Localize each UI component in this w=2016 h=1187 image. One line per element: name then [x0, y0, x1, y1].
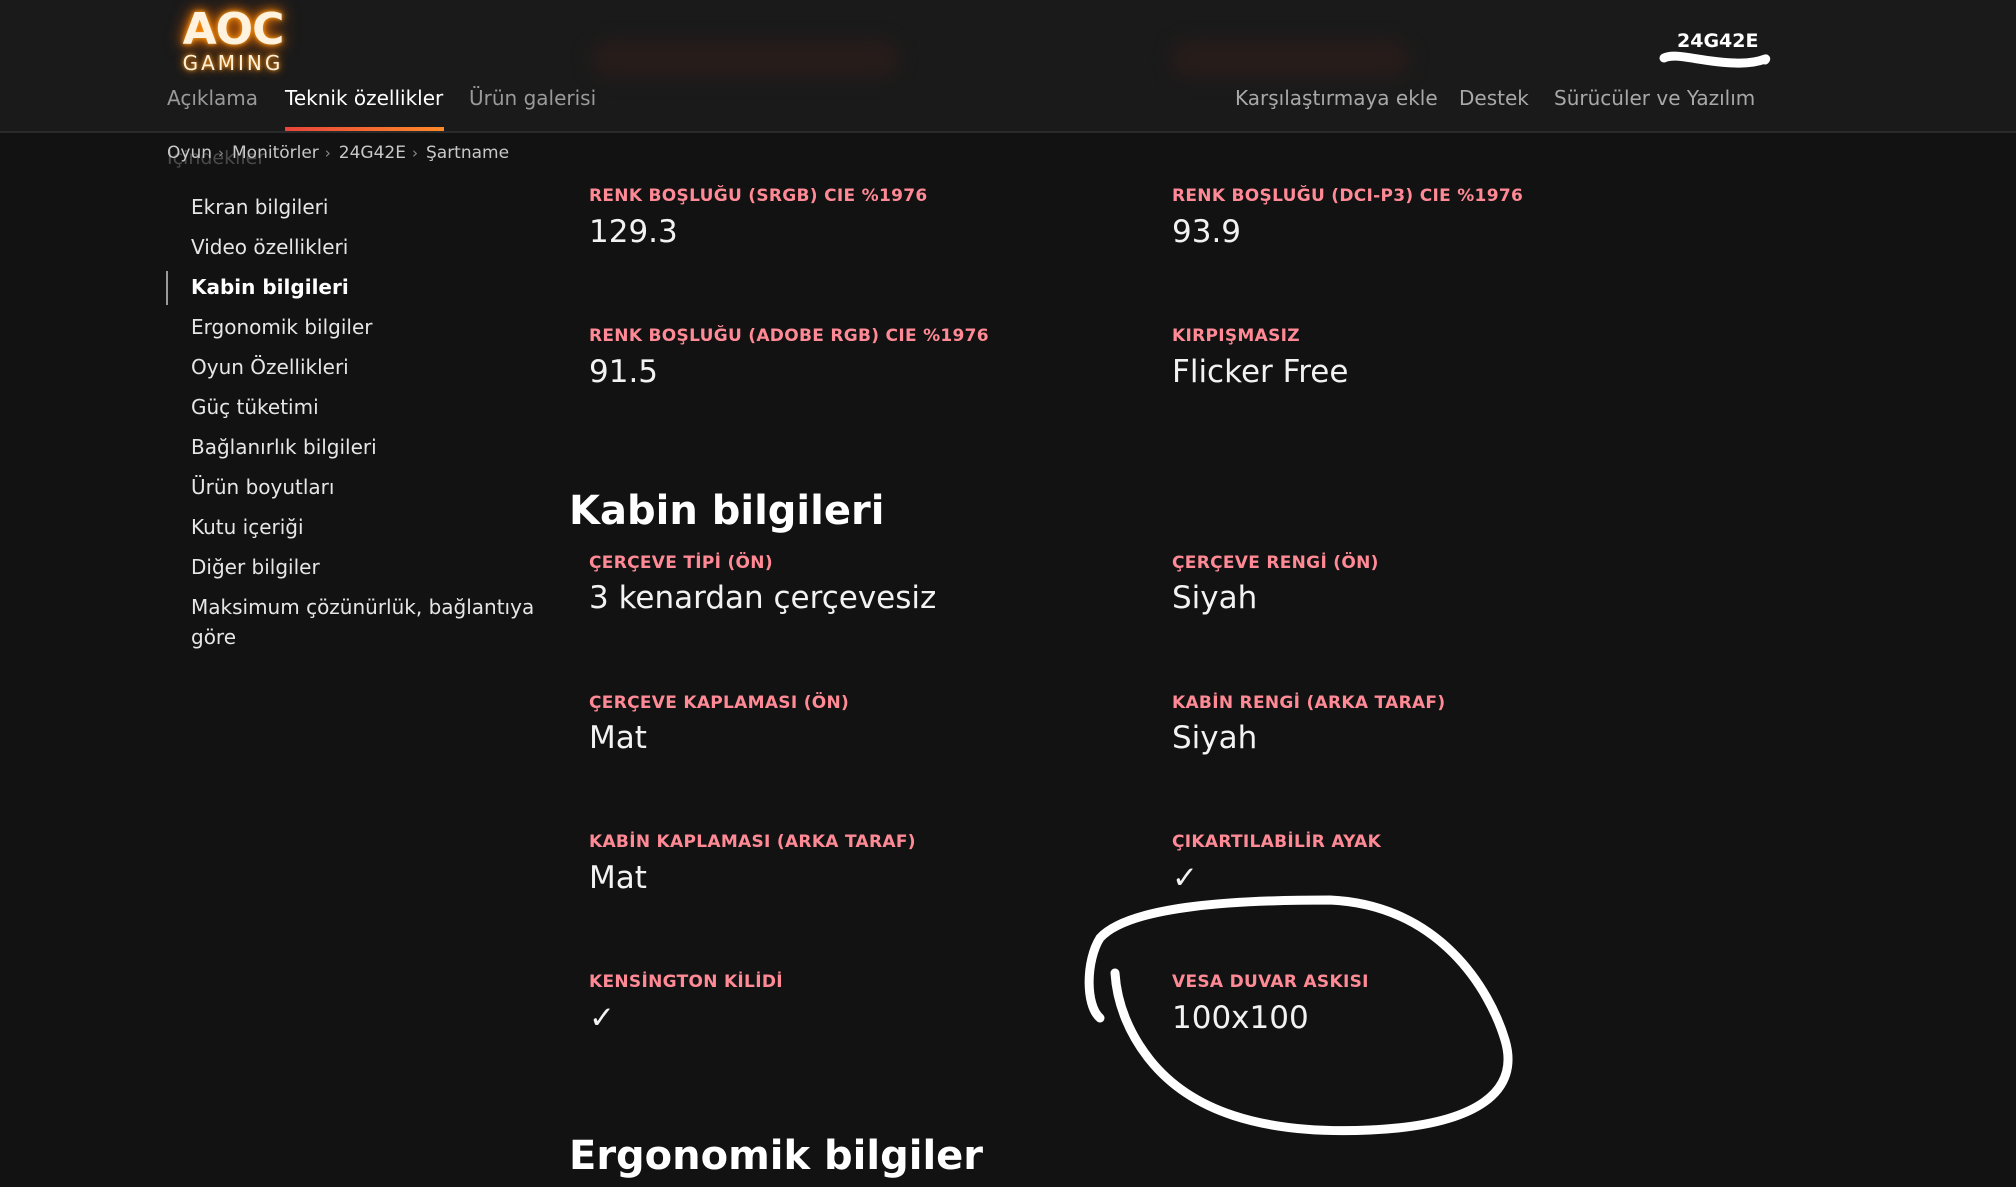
spec-label-cerceve-kaplamasi: ÇERÇEVE KAPLAMASI (ÖN)	[589, 693, 850, 713]
header-ghost-shape	[1170, 40, 1410, 78]
tab-aciklama[interactable]: Açıklama	[167, 86, 258, 110]
sidebar-item-ekran-bilgileri[interactable]: Ekran bilgileri	[191, 192, 328, 222]
tab-teknik-ozellikler[interactable]: Teknik özellikler	[285, 86, 443, 110]
breadcrumb-item[interactable]: Oyun	[167, 143, 212, 163]
support-link[interactable]: Destek	[1459, 86, 1529, 110]
section-title-ergonomik: Ergonomik bilgiler	[569, 1133, 984, 1179]
spec-label-vesa: VESA DUVAR ASKISI	[1172, 972, 1369, 992]
spec-value-cerceve-rengi: Siyah	[1172, 580, 1258, 616]
spec-label-cerceve-rengi: ÇERÇEVE RENGİ (ÖN)	[1172, 553, 1379, 573]
drivers-link[interactable]: Sürücüler ve Yazılım	[1554, 86, 1755, 110]
spec-value-srgb: 129.3	[589, 214, 678, 250]
sidebar-item-baglanirlik-bilgileri[interactable]: Bağlanırlık bilgileri	[191, 432, 377, 462]
spec-value-dci-p3: 93.9	[1172, 214, 1242, 250]
spec-value-cerceve-tipi: 3 kenardan çerçevesiz	[589, 580, 937, 616]
sidebar-item-kutu-icerigi[interactable]: Kutu içeriği	[191, 512, 304, 542]
sidebar-item-maksimum-cozunurluk[interactable]: Maksimum çözünürlük, bağlantıya göre	[191, 592, 556, 652]
sidebar-item-urun-boyutlari[interactable]: Ürün boyutları	[191, 472, 334, 502]
sidebar-active-marker	[166, 271, 168, 305]
header-ghost-shape	[590, 40, 900, 78]
active-tab-indicator	[285, 127, 444, 131]
chevron-right-icon: ›	[324, 144, 331, 162]
spec-value-adobe-rgb: 91.5	[589, 354, 659, 390]
spec-label-srgb: RENK BOŞLUĞU (SRGB) CIE %1976	[589, 186, 928, 206]
logo-subtitle: GAMING	[182, 51, 284, 75]
spec-label-kabin-rengi: KABİN RENGİ (ARKA TARAF)	[1172, 693, 1446, 713]
chevron-right-icon: ›	[411, 144, 418, 162]
breadcrumb-item[interactable]: Monitörler	[232, 143, 319, 163]
spec-value-flicker: Flicker Free	[1172, 354, 1349, 390]
aoc-gaming-logo[interactable]: AOC GAMING	[178, 8, 288, 76]
spec-label-flicker: KIRPIŞMASIZ	[1172, 326, 1300, 346]
spec-value-kabin-rengi: Siyah	[1172, 720, 1258, 756]
spec-label-cerceve-tipi: ÇERÇEVE TİPİ (ÖN)	[589, 553, 773, 573]
spec-value-vesa: 100x100	[1172, 1000, 1309, 1036]
chevron-right-icon: ›	[218, 144, 224, 162]
site-header	[0, 0, 2016, 131]
sidebar-item-video-ozellikleri[interactable]: Video özellikleri	[191, 232, 348, 262]
spec-label-cikartilabilir-ayak: ÇIKARTILABİLİR AYAK	[1172, 832, 1382, 852]
spec-value-cerceve-kaplamasi: Mat	[589, 720, 647, 756]
header-divider	[0, 131, 2016, 133]
spec-label-kensington: KENSİNGTON KİLİDİ	[589, 972, 783, 992]
checkmark-icon: ✓	[589, 1000, 615, 1036]
sidebar-item-kabin-bilgileri[interactable]: Kabin bilgileri	[191, 272, 349, 302]
sidebar-item-ergonomik-bilgiler[interactable]: Ergonomik bilgiler	[191, 312, 372, 342]
spec-value-kabin-kaplamasi: Mat	[589, 860, 647, 896]
spec-label-adobe-rgb: RENK BOŞLUĞU (ADOBE RGB) CIE %1976	[589, 326, 989, 346]
sidebar-item-guc-tuketimi[interactable]: Güç tüketimi	[191, 392, 319, 422]
checkmark-icon: ✓	[1172, 860, 1198, 896]
product-model-name: 24G42E	[1677, 30, 1759, 52]
section-title-kabin: Kabin bilgileri	[569, 488, 885, 534]
tab-urun-galerisi[interactable]: Ürün galerisi	[469, 86, 596, 110]
compare-link[interactable]: Karşılaştırmaya ekle	[1235, 86, 1438, 110]
spec-label-kabin-kaplamasi: KABİN KAPLAMASI (ARKA TARAF)	[589, 832, 916, 852]
breadcrumb: Oyun › Monitörler › 24G42E › Şartname	[167, 143, 509, 163]
sidebar-item-diger-bilgiler[interactable]: Diğer bilgiler	[191, 552, 320, 582]
breadcrumb-item[interactable]: 24G42E	[339, 143, 406, 163]
spec-label-dci-p3: RENK BOŞLUĞU (DCI-P3) CIE %1976	[1172, 186, 1524, 206]
breadcrumb-item-current: Şartname	[425, 143, 510, 163]
logo-wordmark: AOC	[182, 4, 285, 55]
sidebar-item-oyun-ozellikleri[interactable]: Oyun Özellikleri	[191, 352, 349, 382]
